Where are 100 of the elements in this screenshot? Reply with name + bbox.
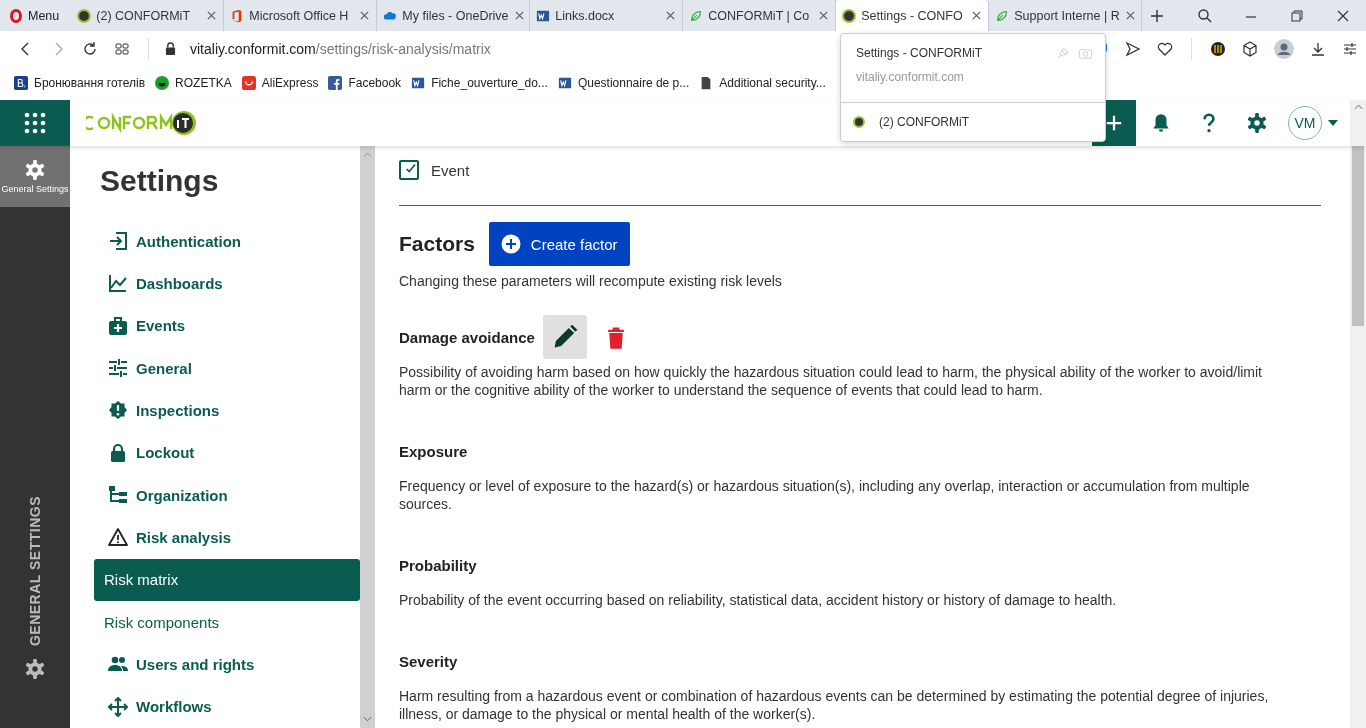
scrollbar[interactable] [360,146,375,728]
browser-tab[interactable]: Settings - CONFO [836,0,990,31]
conformit-logo-icon [842,8,857,23]
sidebar-item[interactable]: Authentication [100,220,360,263]
tab-title: My files - OneDrive [402,8,509,23]
rail-item[interactable]: General Settings [0,146,70,207]
scrollbar[interactable] [1350,146,1366,728]
sliders-icon [108,358,128,379]
shopping-bag-icon [241,76,256,90]
factor-name: Severity [399,652,458,670]
word-document-icon [536,8,551,23]
close-icon[interactable] [359,10,371,21]
checkbox[interactable] [399,160,419,180]
settings-icon[interactable] [24,658,46,680]
sidebar-item[interactable]: Workflows [100,685,360,728]
send-icon[interactable] [1125,40,1141,57]
section-title: Factors [399,232,475,256]
close-icon[interactable] [206,10,218,21]
settings-icon[interactable] [1246,112,1268,134]
bookmark-link[interactable]: Questionnaire de p... [557,76,690,90]
profile-icon[interactable] [1274,38,1294,59]
apps-grid-icon [24,112,46,134]
heart-icon[interactable] [1157,40,1173,57]
sidebar-item[interactable]: General [100,347,360,390]
create-factor-button[interactable]: Create factor [488,222,630,266]
close-icon[interactable] [1124,10,1136,21]
sidebar-item[interactable]: Events [100,304,360,347]
settings-title: Settings [100,164,220,198]
tiles-icon[interactable] [114,40,130,57]
scroll-up-icon[interactable] [1353,104,1363,110]
factor-description: Harm resulting from a hazardous event or combination of hazardous events can be determined by estimating the potential degree of injuries, illness, or damage to the physical or mental health of the worker(s). [399,687,1270,723]
leaf-icon [689,8,704,23]
sidebar-item[interactable]: Dashboards [100,262,360,305]
settings-icon[interactable] [1342,40,1358,57]
cube-icon[interactable] [1242,40,1258,57]
caret-icon[interactable] [1328,120,1338,126]
extension-icon[interactable] [1210,40,1226,57]
bookmark-label: Бронювання готелів [34,76,146,90]
app-launcher-button[interactable] [0,100,70,146]
sidebar-item[interactable]: Risk matrix [94,558,360,601]
bookmark-link[interactable]: Бронювання готелів [14,76,146,90]
bookmark-link[interactable]: Facebook [328,76,402,90]
plus-circle-icon [500,234,521,254]
restore-icon[interactable] [1289,7,1305,24]
browser-menu-button[interactable]: Menu [0,0,72,31]
tab-title: (2) CONFORMiT [96,8,192,23]
factor-name: Exposure [399,442,468,460]
booking-logo-icon [14,76,28,90]
bookmark-link[interactable]: AliExpress [241,76,319,90]
close-icon[interactable] [513,10,525,21]
edit-button[interactable] [542,315,587,359]
address-field[interactable]: vitaliy.conformit.com/settings/risk-analysis/matrix [190,40,491,57]
leaf-icon [995,8,1010,23]
tab-title: Settings - CONFO [861,8,964,23]
factor-description: Frequency or level of exposure to the hazard(s) or hazardous situation(s), including any overlap, interaction or accumulation from multiple sources. [399,477,1251,513]
bookmark-link[interactable]: Additional security... [699,76,826,90]
preview-tab-item[interactable]: (2) CONFORMiT [841,103,1105,141]
bookmark-link[interactable]: ROZETKA [155,76,232,90]
line-chart-icon [108,273,128,294]
rail-item-label: General Settings [1,184,69,194]
tab-title: Microsoft Office H [249,8,350,23]
sidebar-item[interactable]: Risk analysis [100,516,360,559]
section-label: GENERAL SETTINGS [27,495,43,646]
sidebar-item[interactable]: Risk components [94,600,360,644]
search-icon[interactable] [1197,7,1213,24]
reload-icon[interactable] [82,40,98,57]
smiley-icon [155,76,170,90]
tab-title: CONFORMiT | Co [708,8,811,23]
scroll-down-icon[interactable] [363,716,372,722]
arrows-icon [108,696,128,717]
word-document-icon [557,76,572,90]
settings-icon [24,159,46,181]
info-text: Changing these parameters will recompute existing risk levels [399,273,783,289]
checkbox-label: Event [431,161,470,179]
factor-name: Probability [399,556,477,574]
warning-icon [108,527,128,548]
download-icon[interactable] [1310,40,1326,57]
sidebar-item[interactable]: Lockout [100,431,360,474]
sidebar-item[interactable]: Organization [100,473,360,517]
lock-icon [165,42,176,55]
preview-title: Settings - CONFORMiT [856,46,983,60]
close-icon[interactable] [818,10,830,21]
close-icon[interactable] [971,10,983,21]
close-icon[interactable] [665,10,677,21]
word-document-icon [411,76,426,90]
bookmark-label: AliExpress [261,76,319,90]
lock-icon [108,442,128,463]
tab-title: Support Interne | R [1014,8,1120,23]
new-tab-icon[interactable] [1150,8,1165,23]
medical-case-icon [108,315,128,336]
bookmark-label: Facebook [348,76,402,90]
preview-url: vitaliy.conformit.com [856,70,965,84]
delete-icon[interactable] [606,325,625,349]
notifications-icon[interactable] [1150,112,1172,134]
conformit-logo-icon [853,116,865,128]
factor-description: Possibility of avoiding harm based on how quickly the hazardous situation could lead to harm, the physical ability of the worker to avoid/limit harm or the cognitive ability of the worker to understand the sequence of events that could lead to harm. [399,363,1263,399]
sidebar-item[interactable]: Users and rights [100,643,360,686]
bookmark-label: ROZETKA [175,76,232,90]
factor-name: Damage avoidance [399,328,535,346]
sidebar-item[interactable]: Inspections [100,389,360,432]
